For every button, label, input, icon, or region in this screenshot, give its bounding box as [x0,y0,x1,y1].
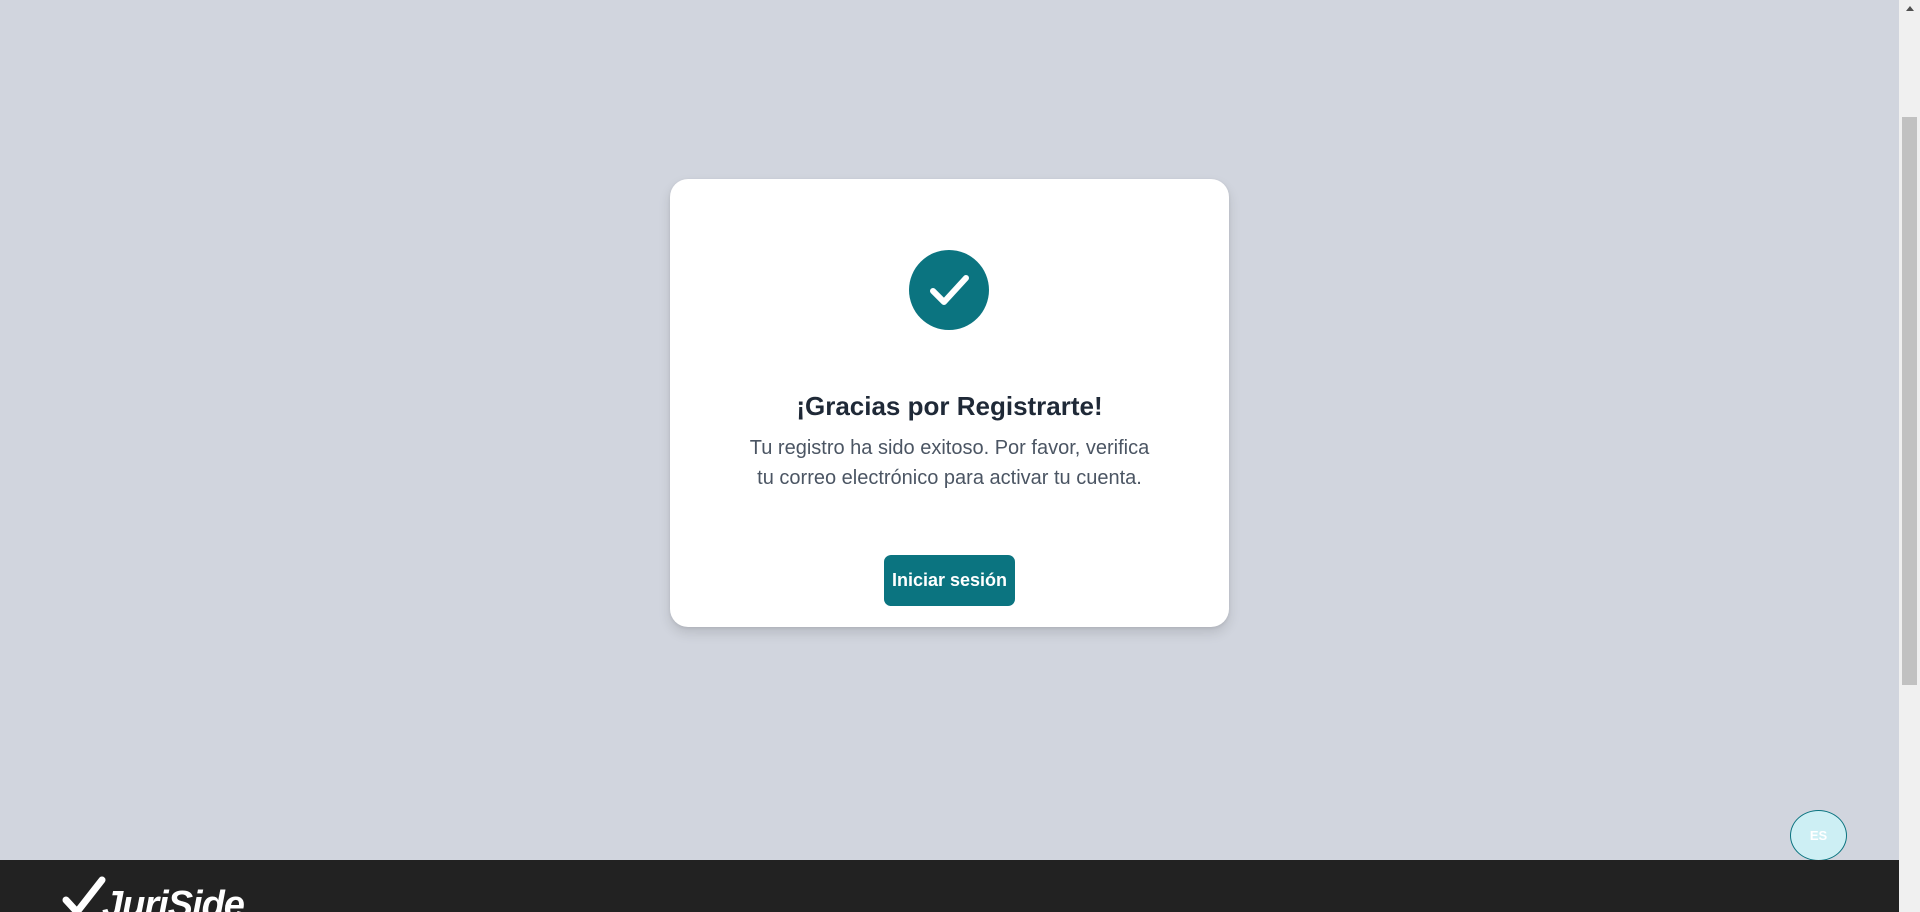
logo-text: JuriSide [102,884,245,912]
footer-logo[interactable]: JuriSide [62,876,245,912]
success-message-line: Tu registro ha sido exitoso. Por favor, … [749,437,1150,459]
success-message-line: tu correo electrónico para activar tu cu… [757,467,1142,489]
checkmark-icon [930,275,969,305]
check-circle-icon [909,250,989,330]
page: ¡Gracias por Registrarte! Tu registro ha… [0,0,1899,912]
success-title: ¡Gracias por Registrarte! [796,391,1103,421]
scroll-up-arrow-icon[interactable] [1899,0,1920,16]
login-button[interactable]: Iniciar sesión [884,555,1015,606]
scrollbar-thumb[interactable] [1902,117,1917,685]
footer: JuriSide [0,860,1899,912]
success-card: ¡Gracias por Registrarte! Tu registro ha… [670,179,1229,627]
vertical-scrollbar[interactable] [1899,0,1920,912]
logo-checkmark-icon [62,876,106,912]
success-message: Tu registro ha sido exitoso. Por favor, … [730,433,1169,493]
language-switcher-button[interactable]: ES [1790,810,1847,861]
